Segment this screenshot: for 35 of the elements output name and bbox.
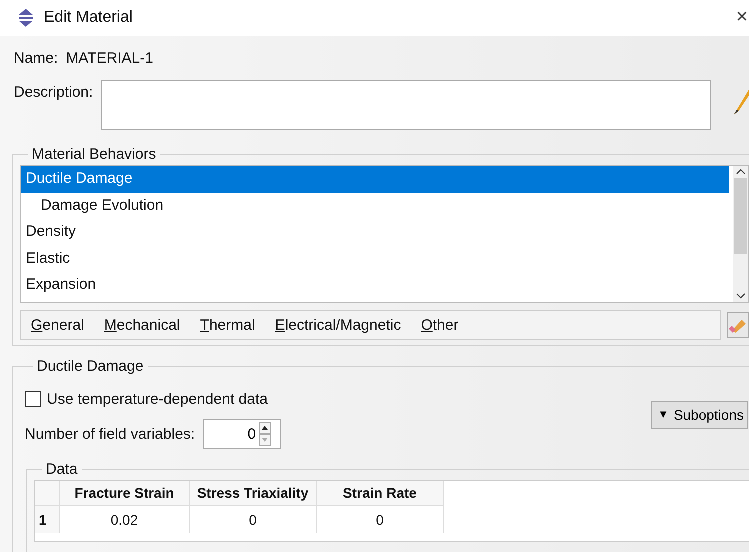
column-header: Strain Rate bbox=[316, 481, 444, 506]
column-header: Stress Triaxiality bbox=[190, 481, 316, 506]
group-title: Material Behaviors bbox=[31, 146, 158, 163]
group-title: Data bbox=[45, 461, 79, 478]
app-icon bbox=[16, 9, 36, 27]
list-item[interactable]: Damage Evolution bbox=[21, 192, 729, 219]
field-label: Number of field variables: bbox=[25, 426, 196, 442]
table-cell: 0 bbox=[190, 506, 316, 533]
close-button[interactable]: × bbox=[736, 6, 748, 29]
menu-item[interactable]: Other bbox=[421, 316, 459, 334]
column-header: Fracture Strain bbox=[60, 481, 190, 506]
spinner-input[interactable]: 0 bbox=[204, 426, 256, 442]
menu-item[interactable]: Thermal bbox=[200, 316, 256, 334]
description-label: Description: bbox=[14, 84, 94, 101]
list-item[interactable]: Expansion bbox=[21, 272, 729, 298]
menu-item[interactable]: General bbox=[31, 316, 84, 334]
suboptions-button[interactable]: ▼ Suboptions bbox=[651, 401, 748, 429]
list-item[interactable]: Density bbox=[21, 219, 729, 246]
name-value: MATERIAL-1 bbox=[66, 50, 154, 66]
table-cell: 0 bbox=[316, 506, 444, 533]
list-item[interactable]: Elastic bbox=[21, 246, 729, 272]
checkbox[interactable] bbox=[25, 391, 41, 407]
menu-item[interactable]: Electrical/Magnetic bbox=[275, 316, 402, 334]
spinner-field[interactable]: 0 bbox=[203, 419, 282, 449]
row-number: 1 bbox=[35, 506, 60, 533]
group-title: Ductile Damage bbox=[36, 358, 145, 375]
table-cell: 0.02 bbox=[60, 506, 190, 533]
window-title: Edit Material bbox=[44, 9, 133, 27]
menu-item[interactable]: Mechanical bbox=[104, 316, 180, 334]
scrollbar[interactable] bbox=[733, 166, 748, 302]
name-label: Name: bbox=[14, 50, 58, 66]
list-item[interactable]: Ductile Damage bbox=[21, 166, 729, 192]
description-field[interactable] bbox=[101, 80, 711, 130]
spinner-arrows-icon[interactable] bbox=[259, 422, 272, 446]
checkbox-label: Use temperature-dependent data bbox=[47, 390, 268, 408]
